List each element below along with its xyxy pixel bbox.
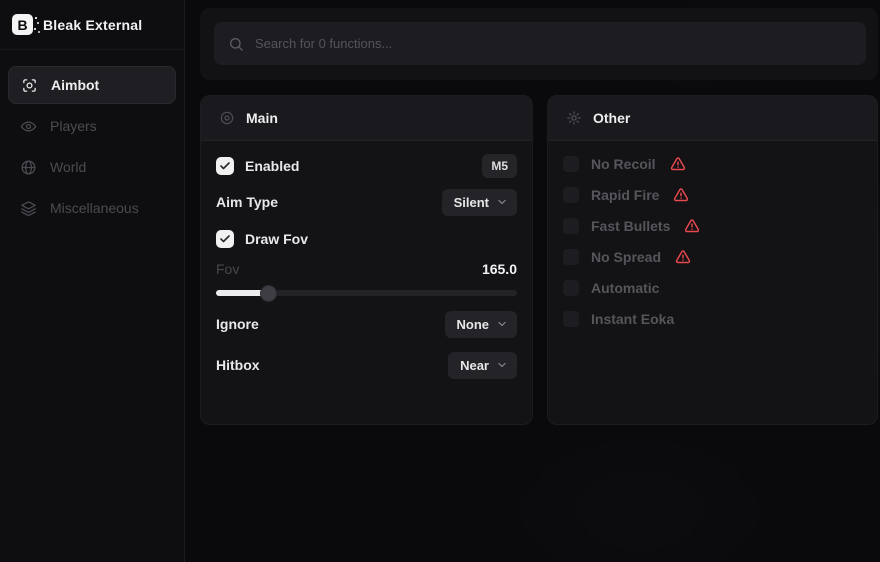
hitbox-label: Hitbox bbox=[216, 357, 260, 373]
no-spread-label: No Spread bbox=[591, 249, 661, 265]
logo-letter: B bbox=[17, 17, 27, 33]
sidebar-item-label: World bbox=[50, 159, 86, 175]
panel-main-header: Main bbox=[201, 96, 532, 141]
panel-main: Main Enabled M5 Aim Type Silent bbox=[200, 95, 533, 425]
hitbox-value: Near bbox=[460, 358, 489, 373]
sidebar-nav: Aimbot Players World Miscellaneous bbox=[0, 50, 184, 227]
row-fov: Fov 165.0 bbox=[216, 259, 517, 279]
fov-value: 165.0 bbox=[482, 261, 517, 277]
ignore-value: None bbox=[457, 317, 490, 332]
instant-eoka-label: Instant Eoka bbox=[591, 311, 674, 327]
fast-bullets-label: Fast Bullets bbox=[591, 218, 670, 234]
warning-icon bbox=[675, 249, 691, 265]
panel-main-body: Enabled M5 Aim Type Silent Draw Fov bbox=[201, 141, 532, 378]
fov-slider[interactable] bbox=[216, 285, 517, 301]
no-recoil-label: No Recoil bbox=[591, 156, 656, 172]
row-ignore: Ignore None bbox=[216, 311, 517, 337]
rapid-fire-checkbox[interactable] bbox=[563, 187, 579, 203]
row-draw-fov: Draw Fov bbox=[216, 227, 517, 251]
panel-title: Other bbox=[593, 110, 630, 126]
sidebar-item-world[interactable]: World bbox=[8, 148, 176, 186]
fast-bullets-checkbox[interactable] bbox=[563, 218, 579, 234]
app-logo-icon: B bbox=[12, 14, 33, 35]
sidebar-item-label: Aimbot bbox=[51, 77, 99, 93]
sidebar-item-label: Miscellaneous bbox=[50, 200, 139, 216]
panel-title: Main bbox=[246, 110, 278, 126]
gear-icon bbox=[566, 110, 582, 126]
app-window: B Bleak External Aimbot Players bbox=[0, 0, 880, 562]
row-no-recoil: No Recoil bbox=[563, 153, 862, 175]
crosshair-icon bbox=[21, 77, 38, 94]
panel-other: Other No Recoil Rapid Fire Fast Bullets bbox=[547, 95, 878, 425]
search-icon bbox=[228, 36, 244, 52]
row-hitbox: Hitbox Near bbox=[216, 352, 517, 378]
automatic-checkbox[interactable] bbox=[563, 280, 579, 296]
chevron-down-icon bbox=[496, 196, 508, 208]
enabled-label: Enabled bbox=[245, 158, 299, 174]
chevron-down-icon bbox=[496, 318, 508, 330]
globe-icon bbox=[20, 159, 37, 176]
fov-slider-handle[interactable] bbox=[260, 285, 277, 302]
warning-icon bbox=[670, 156, 686, 172]
instant-eoka-checkbox[interactable] bbox=[563, 311, 579, 327]
search-card bbox=[200, 8, 878, 80]
panel-other-header: Other bbox=[548, 96, 877, 141]
row-instant-eoka: Instant Eoka bbox=[563, 308, 862, 330]
brand: B Bleak External bbox=[0, 0, 184, 50]
row-enabled: Enabled M5 bbox=[216, 153, 517, 179]
sidebar-item-label: Players bbox=[50, 118, 97, 134]
row-aim-type: Aim Type Silent bbox=[216, 189, 517, 215]
row-rapid-fire: Rapid Fire bbox=[563, 184, 862, 206]
aim-type-dropdown[interactable]: Silent bbox=[442, 189, 517, 216]
rapid-fire-label: Rapid Fire bbox=[591, 187, 659, 203]
aim-type-label: Aim Type bbox=[216, 194, 278, 210]
search-input[interactable] bbox=[255, 36, 852, 51]
row-fast-bullets: Fast Bullets bbox=[563, 215, 862, 237]
draw-fov-checkbox[interactable] bbox=[216, 230, 234, 248]
draw-fov-label: Draw Fov bbox=[245, 231, 308, 247]
hitbox-dropdown[interactable]: Near bbox=[448, 352, 517, 379]
sidebar-item-players[interactable]: Players bbox=[8, 107, 176, 145]
row-no-spread: No Spread bbox=[563, 246, 862, 268]
ignore-label: Ignore bbox=[216, 316, 259, 332]
sidebar: B Bleak External Aimbot Players bbox=[0, 0, 185, 562]
panel-other-body: No Recoil Rapid Fire Fast Bullets bbox=[548, 141, 877, 330]
enabled-checkbox[interactable] bbox=[216, 157, 234, 175]
no-recoil-checkbox[interactable] bbox=[563, 156, 579, 172]
app-title: Bleak External bbox=[43, 17, 142, 33]
search-box[interactable] bbox=[214, 22, 866, 65]
no-spread-checkbox[interactable] bbox=[563, 249, 579, 265]
ignore-dropdown[interactable]: None bbox=[445, 311, 518, 338]
aim-type-value: Silent bbox=[454, 195, 489, 210]
enabled-keybind-button[interactable]: M5 bbox=[482, 154, 517, 178]
check-icon bbox=[219, 233, 231, 245]
row-automatic: Automatic bbox=[563, 277, 862, 299]
layers-icon bbox=[20, 200, 37, 217]
sidebar-item-miscellaneous[interactable]: Miscellaneous bbox=[8, 189, 176, 227]
warning-icon bbox=[673, 187, 689, 203]
target-icon bbox=[219, 110, 235, 126]
sidebar-item-aimbot[interactable]: Aimbot bbox=[8, 66, 176, 104]
eye-icon bbox=[20, 118, 37, 135]
fov-label: Fov bbox=[216, 261, 239, 277]
chevron-down-icon bbox=[496, 359, 508, 371]
check-icon bbox=[219, 160, 231, 172]
automatic-label: Automatic bbox=[591, 280, 659, 296]
warning-icon bbox=[684, 218, 700, 234]
